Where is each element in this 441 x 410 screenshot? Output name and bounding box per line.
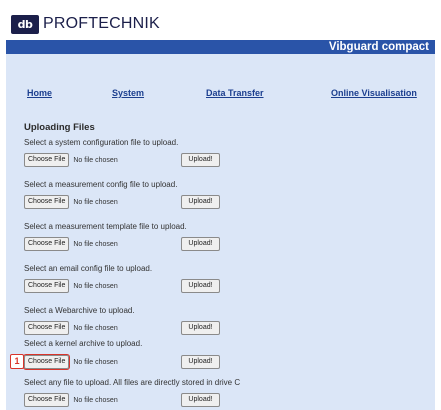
product-name: Vibguard compact: [328, 41, 429, 53]
upload-button[interactable]: Upload!: [181, 279, 220, 293]
choose-file-button[interactable]: Choose File: [24, 153, 70, 167]
file-status: No file chosen: [73, 324, 118, 332]
choose-file-button[interactable]: Choose File: [24, 393, 70, 407]
nav-home[interactable]: Home: [27, 88, 52, 98]
upload-label-system-config: Select a system configuration file to up…: [24, 138, 179, 147]
nav-system[interactable]: System: [112, 88, 144, 98]
section-title: Uploading Files: [24, 122, 95, 133]
upload-button[interactable]: Upload!: [181, 393, 220, 407]
upload-row-kernel-archive: Choose File No file chosen Upload!: [22, 354, 220, 370]
choose-file-button[interactable]: Choose File: [24, 237, 70, 251]
upload-row-any-file: Choose File No file chosen Upload!: [24, 393, 220, 407]
step-marker: 1: [10, 354, 24, 369]
upload-label-any-file: Select any file to upload. All files are…: [24, 378, 241, 387]
upload-button[interactable]: Upload!: [181, 355, 220, 369]
file-status: No file chosen: [73, 396, 118, 404]
choose-file-button-highlighted[interactable]: Choose File: [22, 354, 71, 370]
upload-row-email-config: Choose File No file chosen Upload!: [24, 279, 220, 293]
file-status: No file chosen: [73, 282, 118, 290]
file-status: No file chosen: [73, 156, 118, 164]
upload-row-webarchive: Choose File No file chosen Upload!: [24, 321, 220, 335]
choose-file-button[interactable]: Choose File: [24, 321, 70, 335]
upload-button[interactable]: Upload!: [181, 237, 220, 251]
upload-button[interactable]: Upload!: [181, 321, 220, 335]
nav-online-visualisation[interactable]: Online Visualisation: [331, 88, 417, 98]
brand-logo: db PROFTECHNIK: [11, 12, 160, 36]
file-status: No file chosen: [73, 240, 118, 248]
upload-row-measurement-config: Choose File No file chosen Upload!: [24, 195, 220, 209]
choose-file-button[interactable]: Choose File: [24, 279, 70, 293]
upload-label-measurement-config: Select a measurement config file to uplo…: [24, 180, 178, 189]
logo-mark-icon: db: [11, 14, 39, 34]
page: db PROFTECHNIK Vibguard compact Home Sys…: [6, 0, 435, 410]
file-status: No file chosen: [73, 198, 118, 206]
upload-label-measurement-template: Select a measurement template file to up…: [24, 222, 187, 231]
upload-label-webarchive: Select a Webarchive to upload.: [24, 306, 135, 315]
upload-label-kernel-archive: Select a kernel archive to upload.: [24, 339, 143, 348]
nav-data-transfer[interactable]: Data Transfer: [206, 88, 264, 98]
upload-label-email-config: Select an email config file to upload.: [24, 264, 153, 273]
brand-name: PROFTECHNIK: [43, 15, 160, 32]
upload-row-measurement-template: Choose File No file chosen Upload!: [24, 237, 220, 251]
upload-button[interactable]: Upload!: [181, 195, 220, 209]
file-status: No file chosen: [73, 358, 118, 366]
upload-button[interactable]: Upload!: [181, 153, 220, 167]
upload-row-system-config: Choose File No file chosen Upload!: [24, 153, 220, 167]
choose-file-button[interactable]: Choose File: [24, 195, 70, 209]
